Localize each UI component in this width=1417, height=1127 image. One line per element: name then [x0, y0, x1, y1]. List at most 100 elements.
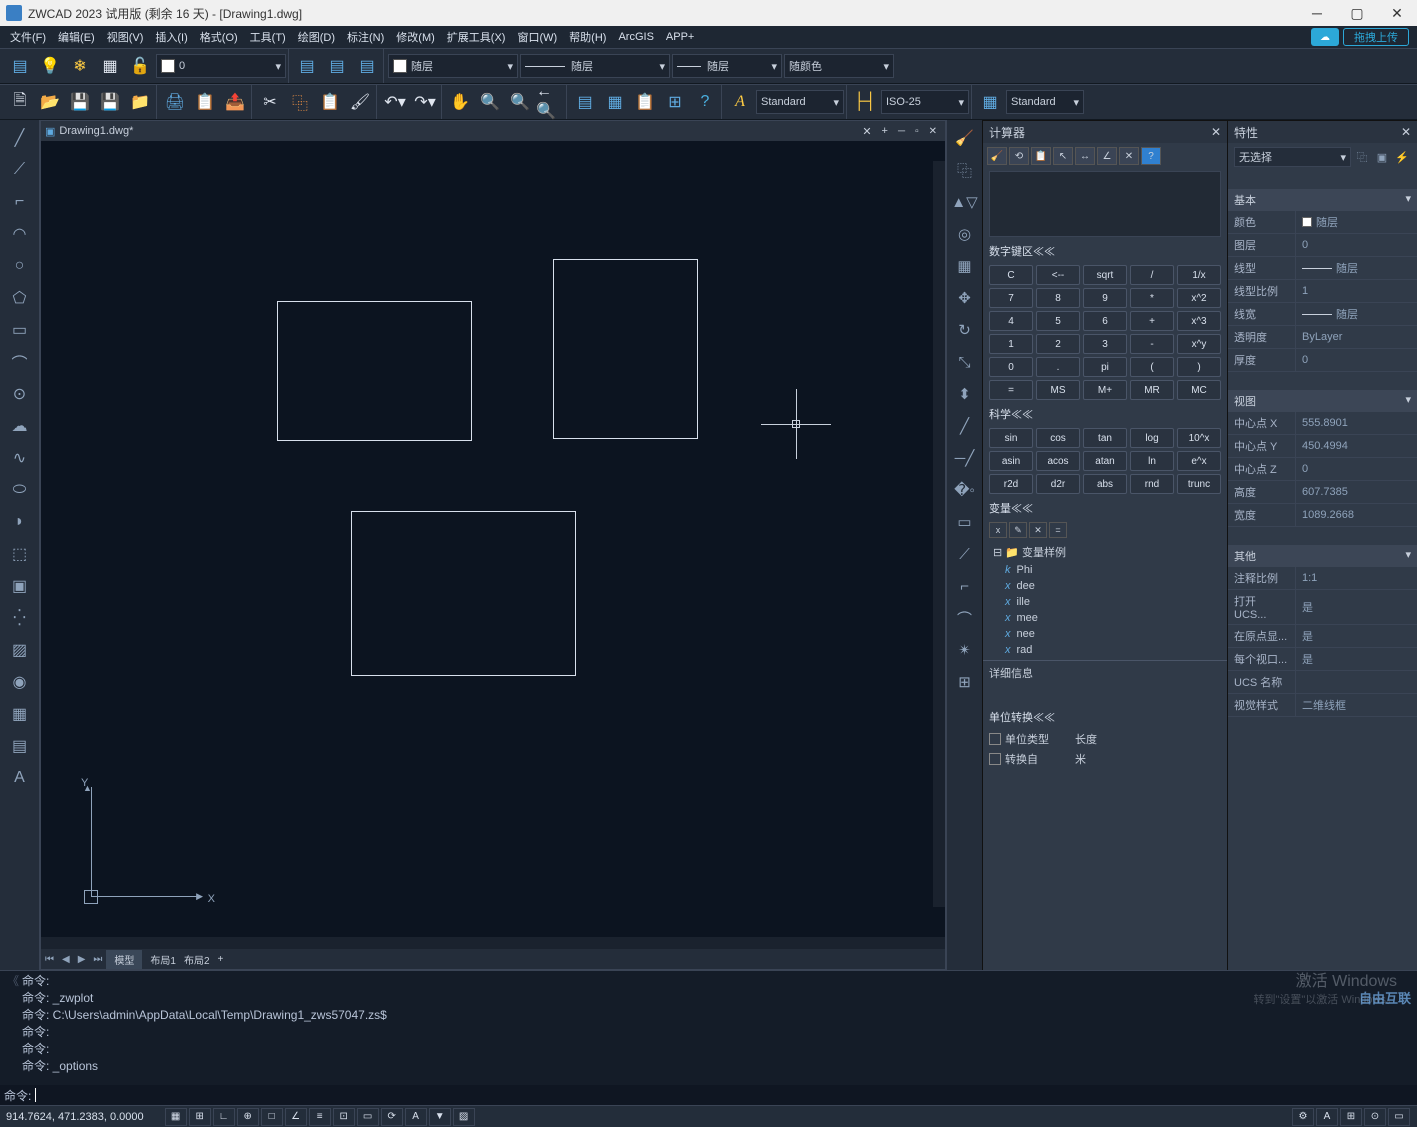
rotate-tool[interactable]: ↻ [950, 315, 980, 345]
layout-tab-model[interactable]: 模型 [106, 950, 142, 969]
menu-insert[interactable]: 插入(I) [149, 27, 193, 47]
rectangle-entity[interactable] [553, 259, 698, 439]
line-tool[interactable]: ╱ [4, 123, 36, 153]
mtext-tool[interactable]: A [4, 763, 36, 793]
erase-tool[interactable]: 🧹 [950, 123, 980, 153]
sci-key-atan[interactable]: atan [1083, 451, 1127, 471]
science-section[interactable]: 科学≪≪ [983, 402, 1227, 426]
view-group-head[interactable]: 视图▾ [1228, 390, 1417, 412]
extend-tool[interactable]: ─╱ [950, 443, 980, 473]
var-new-icon[interactable]: x [989, 522, 1007, 538]
detail-section[interactable]: 详细信息 [983, 660, 1227, 685]
var-delete-icon[interactable]: ✕ [1029, 522, 1047, 538]
layer-manager-icon[interactable]: ▤ [6, 52, 34, 80]
unit-section[interactable]: 单位转换≪≪ [983, 705, 1227, 729]
zoom-window-icon[interactable]: 🔍 [506, 88, 534, 116]
property-row[interactable]: 视觉样式二维线框 [1228, 694, 1417, 717]
region-tool[interactable]: ▦ [4, 699, 36, 729]
break-tool[interactable]: ▭ [950, 507, 980, 537]
layer-lock-icon[interactable]: ▦ [96, 52, 124, 80]
lineweight-dropdown[interactable]: 随层▾ [672, 54, 782, 78]
sci-key-d2r[interactable]: d2r [1036, 474, 1080, 494]
saveas-icon[interactable]: 💾 [96, 88, 124, 116]
mirror-tool[interactable]: ▲▽ [950, 187, 980, 217]
layout-tab-1[interactable]: 布局1 [142, 950, 184, 969]
calculator-close[interactable]: ✕ [1211, 125, 1221, 139]
calc-key-MS[interactable]: MS [1036, 380, 1080, 400]
scale-tool[interactable]: ⤡ [950, 347, 980, 377]
drawing-tab-close[interactable]: ✕ [858, 125, 875, 138]
osnap-toggle[interactable]: □ [261, 1108, 283, 1126]
property-row[interactable]: 透明度ByLayer [1228, 326, 1417, 349]
toolpalette-icon[interactable]: 📋 [631, 88, 659, 116]
drawing-canvas[interactable]: Y X ▲ ▶ [41, 141, 945, 937]
layout-next[interactable]: ▶ [74, 954, 90, 965]
menu-arcgis[interactable]: ArcGIS [612, 29, 659, 45]
hatch-toggle[interactable]: ▨ [453, 1108, 475, 1126]
property-row[interactable]: 中心点 Y450.4994 [1228, 435, 1417, 458]
etransmit-icon[interactable]: 📁 [126, 88, 154, 116]
textstyle-dropdown[interactable]: Standard▾ [756, 90, 844, 114]
basic-group-head[interactable]: 基本▾ [1228, 189, 1417, 211]
property-row[interactable]: 线型比例1 [1228, 280, 1417, 303]
unit-checkbox[interactable] [989, 733, 1001, 745]
zoom-previous-icon[interactable]: ←🔍 [536, 88, 564, 116]
calc-key-3[interactable]: 3 [1083, 334, 1127, 354]
var-item[interactable]: xnee [989, 626, 1221, 642]
sci-key-tan[interactable]: tan [1083, 428, 1127, 448]
menu-tools[interactable]: 工具(T) [244, 27, 292, 47]
sci-key-rnd[interactable]: rnd [1130, 474, 1174, 494]
calc-key-x[interactable]: = [989, 380, 1033, 400]
stretch-tool[interactable]: ⬍ [950, 379, 980, 409]
redo-icon[interactable]: ↷▾ [411, 88, 439, 116]
property-row[interactable]: 线型随层 [1228, 257, 1417, 280]
align-tool[interactable]: ⊞ [950, 667, 980, 697]
offset-tool[interactable]: ◎ [950, 219, 980, 249]
tablestyle-icon[interactable]: ▦ [976, 88, 1004, 116]
rectangle-entity[interactable] [351, 511, 576, 676]
var-item[interactable]: xdee [989, 578, 1221, 594]
plotstyle-dropdown[interactable]: 随颜色▾ [784, 54, 894, 78]
select-icon[interactable]: ⚡ [1393, 148, 1411, 166]
property-row[interactable]: 在原点显...是 [1228, 625, 1417, 648]
close-button[interactable]: ✕ [1377, 0, 1417, 26]
property-row[interactable]: 厚度0 [1228, 349, 1417, 372]
vertical-scrollbar[interactable] [933, 161, 945, 907]
calc-key-x[interactable]: . [1036, 357, 1080, 377]
calc-key-sqrt[interactable]: sqrt [1083, 265, 1127, 285]
calc-key-C[interactable]: C [989, 265, 1033, 285]
explode-tool[interactable]: ✴ [950, 635, 980, 665]
otrack-toggle[interactable]: ∠ [285, 1108, 307, 1126]
rectangle-entity[interactable] [277, 301, 472, 441]
calc-key-x[interactable]: * [1130, 288, 1174, 308]
calc-key-1xx[interactable]: 1/x [1177, 265, 1221, 285]
calc-key-6[interactable]: 6 [1083, 311, 1127, 331]
break-point-tool[interactable]: �◦ [950, 475, 980, 505]
var-item[interactable]: xrad [989, 642, 1221, 658]
menu-app[interactable]: APP+ [660, 29, 700, 45]
calc-distance-icon[interactable]: ↔ [1075, 147, 1095, 165]
calc-key-xx3[interactable]: x^3 [1177, 311, 1221, 331]
calc-key-x[interactable]: / [1130, 265, 1174, 285]
circle-tool[interactable]: ○ [4, 251, 36, 281]
arc3p-tool[interactable]: ⌒ [4, 347, 36, 377]
drawing-tab-label[interactable]: Drawing1.dwg* [59, 125, 858, 137]
calc-key-pi[interactable]: pi [1083, 357, 1127, 377]
layout-last[interactable]: ⏭ [89, 954, 106, 965]
cloud-button[interactable]: ☁ [1311, 28, 1339, 46]
arc-tool[interactable]: ◠ [4, 219, 36, 249]
menu-express[interactable]: 扩展工具(X) [441, 27, 512, 47]
menu-view[interactable]: 视图(V) [101, 27, 150, 47]
calc-clear-icon[interactable]: 🧹 [987, 147, 1007, 165]
layer-previous-icon[interactable]: ▤ [323, 52, 351, 80]
hatch-tool[interactable]: ▨ [4, 635, 36, 665]
calc-key-MC[interactable]: MC [1177, 380, 1221, 400]
calc-intersect-icon[interactable]: ✕ [1119, 147, 1139, 165]
calc-history-icon[interactable]: ⟲ [1009, 147, 1029, 165]
layer-states-icon[interactable]: ▤ [293, 52, 321, 80]
layer-unlock-icon[interactable]: 🔓 [126, 52, 154, 80]
paste-icon[interactable]: 📋 [316, 88, 344, 116]
make-block-tool[interactable]: ▣ [4, 571, 36, 601]
calc-paste-icon[interactable]: 📋 [1031, 147, 1051, 165]
textstyle-icon[interactable]: A [726, 88, 754, 116]
